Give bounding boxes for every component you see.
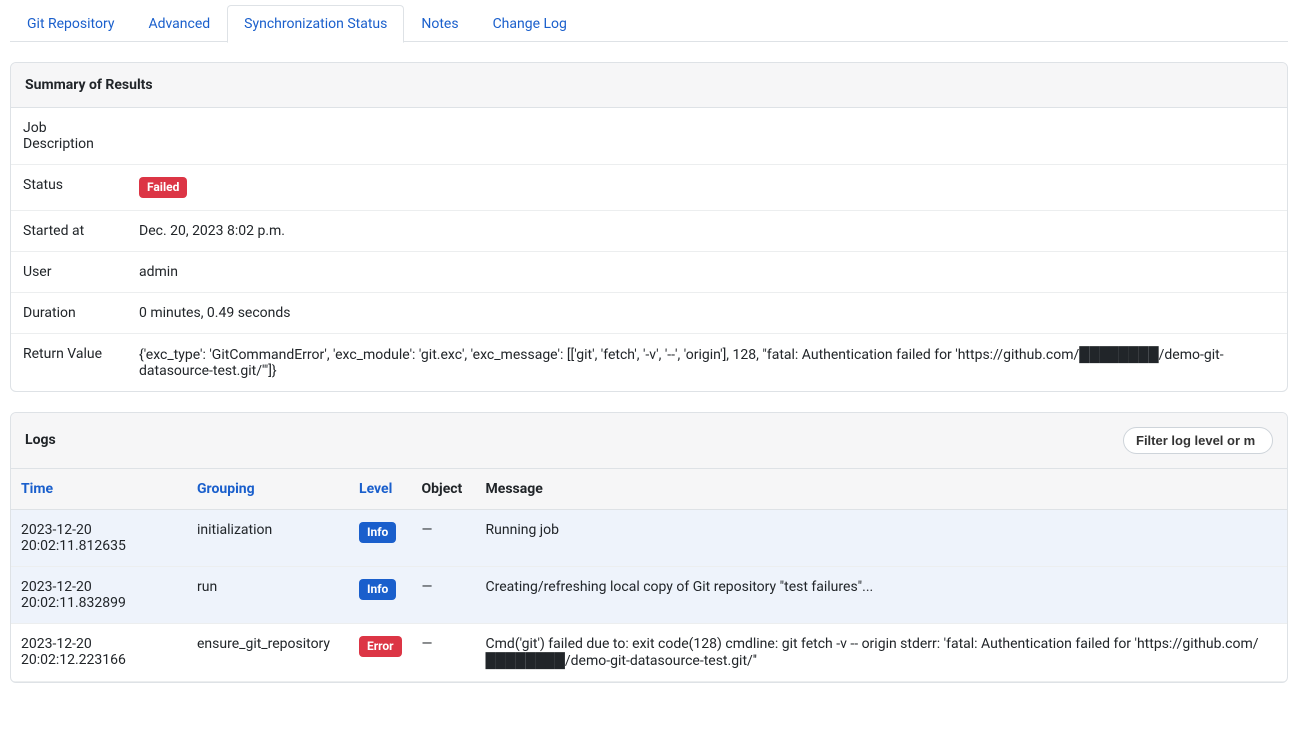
summary-row-user: User admin <box>11 252 1287 293</box>
summary-row-started: Started at Dec. 20, 2023 8:02 p.m. <box>11 211 1287 252</box>
col-header-object: Object <box>412 469 476 510</box>
log-level-badge: Error <box>359 636 402 657</box>
summary-row-job: Job Description <box>11 108 1287 165</box>
col-header-message: Message <box>476 469 1287 510</box>
summary-panel: Summary of Results Job Description Statu… <box>10 62 1288 392</box>
col-header-grouping[interactable]: Grouping <box>187 469 349 510</box>
summary-label-status: Status <box>23 177 139 198</box>
col-header-time[interactable]: Time <box>11 469 187 510</box>
log-level: Info <box>349 566 412 623</box>
logs-panel-header: Logs <box>11 413 1287 469</box>
tab-notes[interactable]: Notes <box>404 5 475 43</box>
log-grouping: ensure_git_repository <box>187 623 349 681</box>
summary-label-description: Description <box>23 136 1275 152</box>
log-object: — <box>412 623 476 681</box>
summary-panel-header: Summary of Results <box>11 63 1287 108</box>
summary-label-duration: Duration <box>23 305 139 321</box>
logs-table: Time Grouping Level Object Message 2023-… <box>11 469 1287 682</box>
log-time: 2023-12-20 20:02:11.812635 <box>11 509 187 566</box>
summary-value-started: Dec. 20, 2023 8:02 p.m. <box>139 223 1275 239</box>
log-message: Cmd('git') failed due to: exit code(128)… <box>476 623 1287 681</box>
table-row: 2023-12-20 20:02:11.812635initialization… <box>11 509 1287 566</box>
status-badge: Failed <box>139 177 187 198</box>
summary-value-status: Failed <box>139 177 1275 198</box>
tab-advanced[interactable]: Advanced <box>131 5 227 43</box>
summary-value-duration: 0 minutes, 0.49 seconds <box>139 305 1275 321</box>
summary-value-user: admin <box>139 264 1275 280</box>
log-time: 2023-12-20 20:02:12.223166 <box>11 623 187 681</box>
log-grouping: run <box>187 566 349 623</box>
log-level: Info <box>349 509 412 566</box>
log-level-badge: Info <box>359 522 396 543</box>
log-level-badge: Info <box>359 579 396 600</box>
log-time: 2023-12-20 20:02:11.832899 <box>11 566 187 623</box>
summary-row-return-value: Return Value {'exc_type': 'GitCommandErr… <box>11 334 1287 391</box>
col-header-level[interactable]: Level <box>349 469 412 510</box>
table-row: 2023-12-20 20:02:12.223166ensure_git_rep… <box>11 623 1287 681</box>
tab-synchronization-status[interactable]: Synchronization Status <box>227 5 404 43</box>
log-grouping: initialization <box>187 509 349 566</box>
logs-panel: Logs Time Grouping Level Object Message … <box>10 412 1288 683</box>
log-object: — <box>412 509 476 566</box>
summary-label-user: User <box>23 264 139 280</box>
logs-title: Logs <box>25 432 56 448</box>
log-message: Creating/refreshing local copy of Git re… <box>476 566 1287 623</box>
summary-label-started: Started at <box>23 223 139 239</box>
summary-label-job: Job <box>23 120 1275 136</box>
summary-row-status: Status Failed <box>11 165 1287 211</box>
tabs-nav: Git Repository Advanced Synchronization … <box>10 4 1288 42</box>
log-object: — <box>412 566 476 623</box>
table-row: 2023-12-20 20:02:11.832899run Info —Creati… <box>11 566 1287 623</box>
summary-label-return: Return Value <box>23 346 139 379</box>
log-message: Running job <box>476 509 1287 566</box>
filter-log-input[interactable] <box>1123 427 1273 454</box>
summary-row-duration: Duration 0 minutes, 0.49 seconds <box>11 293 1287 334</box>
summary-title: Summary of Results <box>25 77 153 93</box>
tab-git-repository[interactable]: Git Repository <box>10 5 131 43</box>
summary-value-return: {'exc_type': 'GitCommandError', 'exc_mod… <box>139 346 1275 379</box>
log-level: Error <box>349 623 412 681</box>
tab-change-log[interactable]: Change Log <box>476 5 584 43</box>
